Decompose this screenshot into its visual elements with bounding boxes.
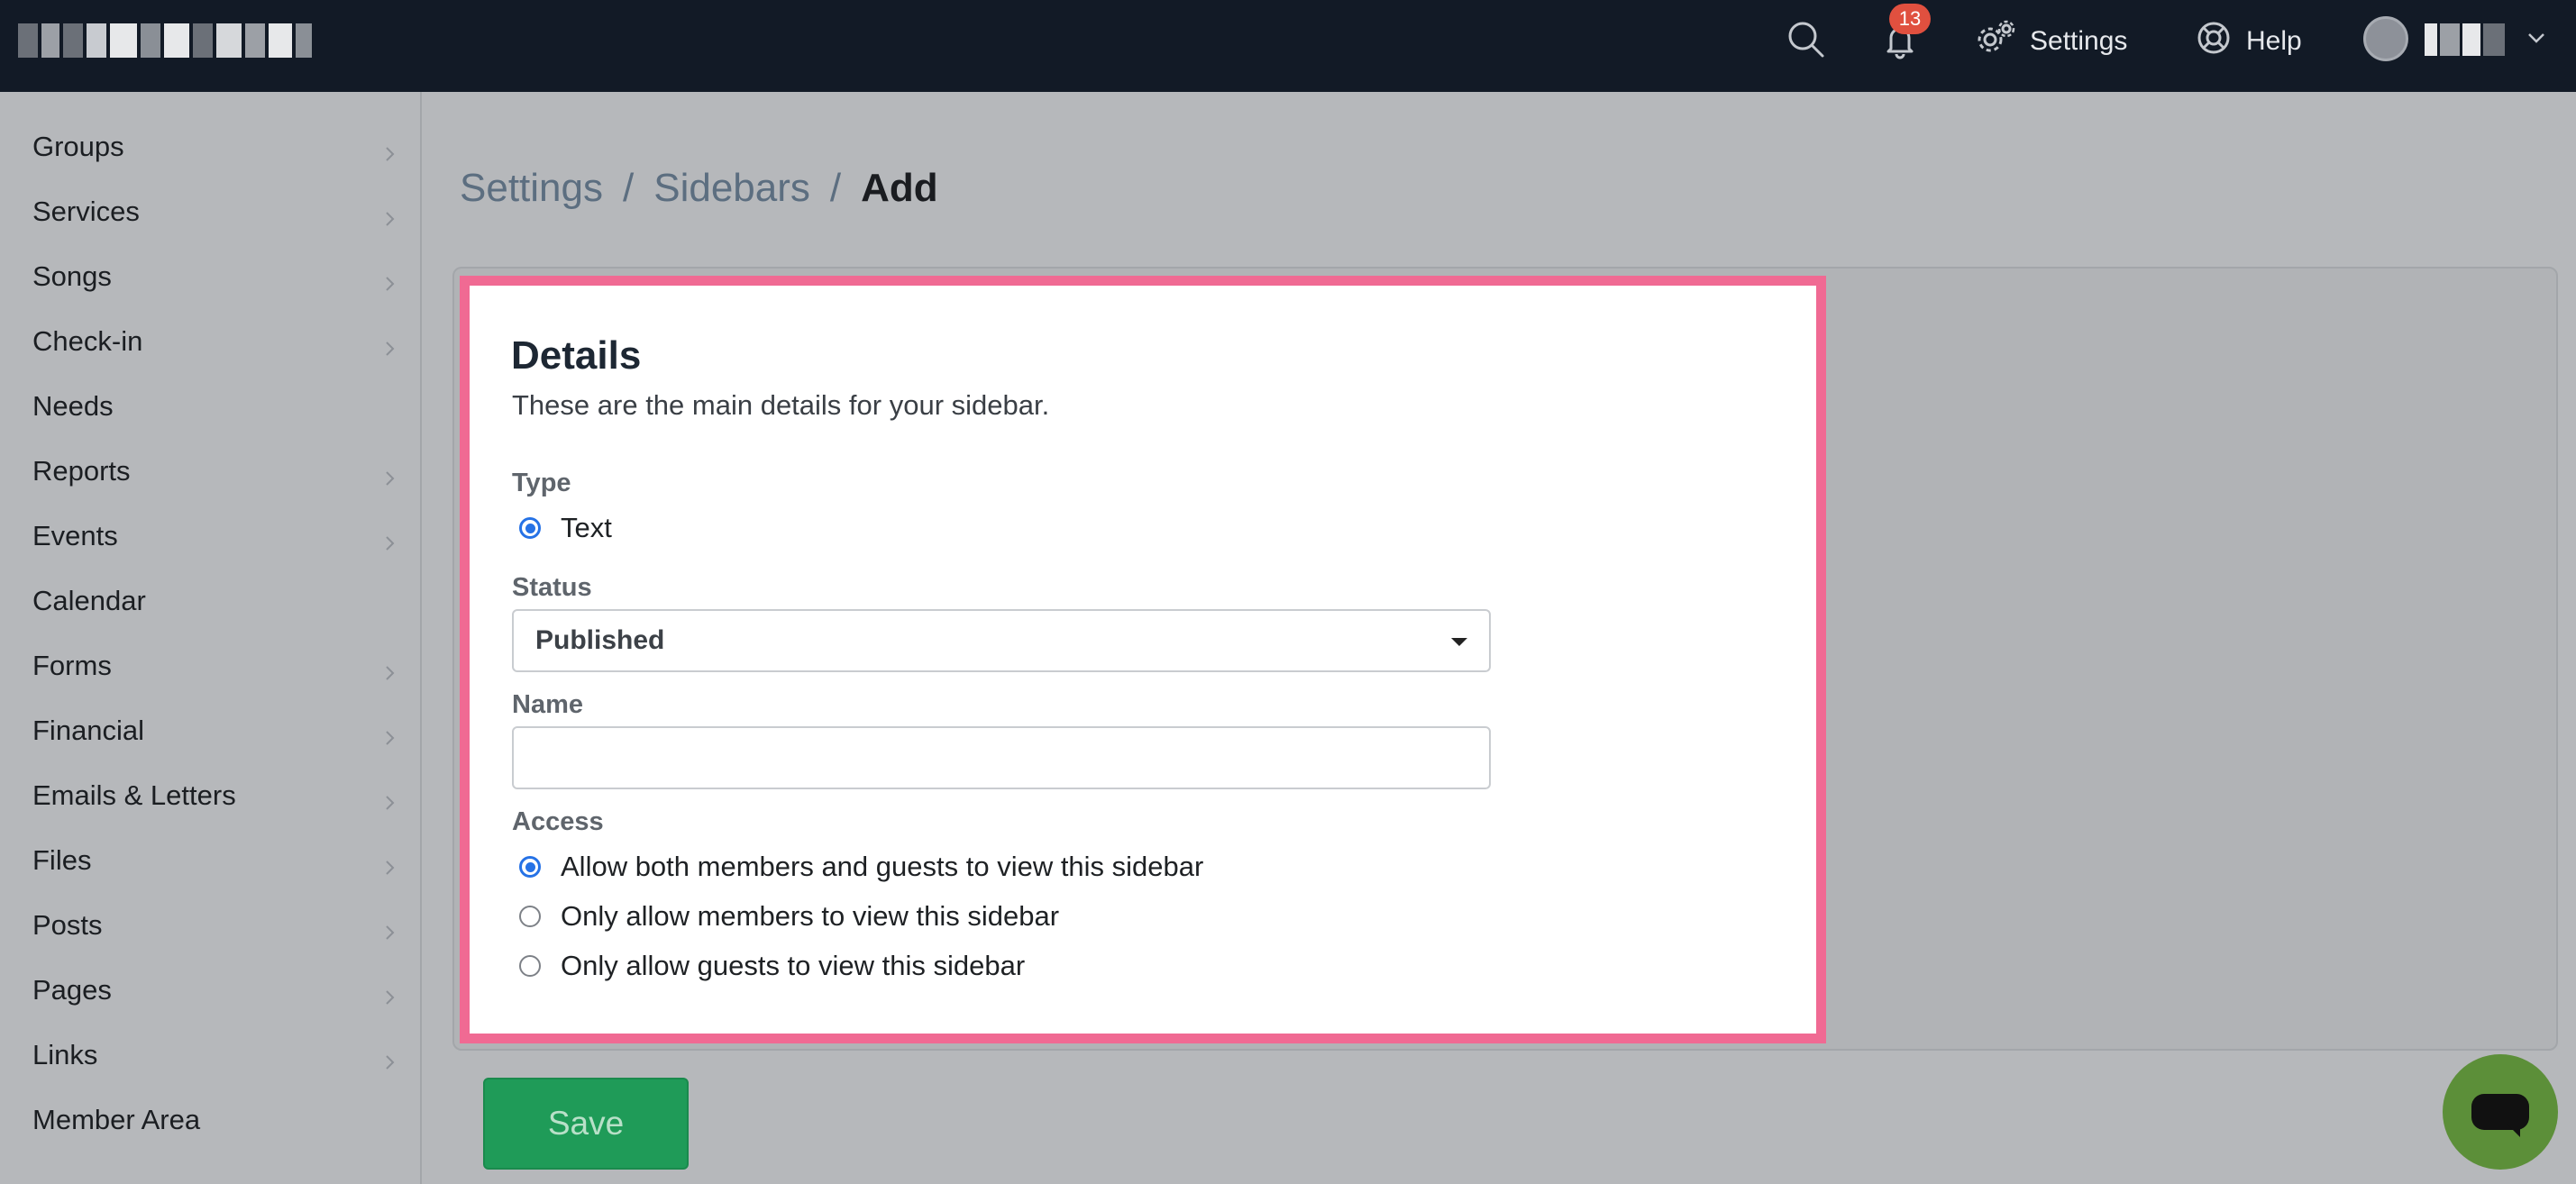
sidebar-item-files[interactable]: Files xyxy=(0,828,420,893)
breadcrumb-separator: / xyxy=(622,166,635,210)
sidebar-item-groups[interactable]: Groups xyxy=(0,114,420,179)
name-label: Name xyxy=(512,690,583,719)
help-label: Help xyxy=(2246,26,2302,56)
user-avatar[interactable] xyxy=(2363,16,2408,61)
type-label: Type xyxy=(512,469,571,497)
details-subtitle: These are the main details for your side… xyxy=(512,389,1050,421)
sidebar-item-label: Needs xyxy=(32,390,114,422)
access-radio-members[interactable]: Only allow members to view this sidebar xyxy=(519,900,1059,933)
sidebar-item-label: Forms xyxy=(32,650,112,681)
sidebar-item-member-area[interactable]: Member Area xyxy=(0,1088,420,1152)
radio-button[interactable] xyxy=(519,906,541,927)
chevron-right-icon xyxy=(380,981,398,1005)
caret-down-icon xyxy=(1451,638,1467,646)
type-radio-text[interactable]: Text xyxy=(519,512,612,544)
sidebar-item-label: Financial xyxy=(32,715,145,746)
radio-button[interactable] xyxy=(519,517,541,539)
sidebar-item-emails-letters[interactable]: Emails & Letters xyxy=(0,763,420,828)
sidebar-item-calendar[interactable]: Calendar xyxy=(0,569,420,633)
status-selected-value: Published xyxy=(535,625,665,655)
app-logo[interactable] xyxy=(18,23,329,58)
sidebar-item-label: Groups xyxy=(32,131,124,162)
search-icon[interactable] xyxy=(1785,18,1828,61)
lifebuoy-icon xyxy=(2194,18,2233,65)
sidebar-item-label: Songs xyxy=(32,260,112,292)
sidebar-item-label: Pages xyxy=(32,974,112,1006)
chat-support-button[interactable] xyxy=(2443,1054,2558,1170)
sidebar-item-label: Services xyxy=(32,196,140,227)
user-name-obscured[interactable] xyxy=(2425,23,2506,56)
sidebar-item-label: Emails & Letters xyxy=(32,779,236,811)
breadcrumb-separator: / xyxy=(829,166,842,210)
radio-button[interactable] xyxy=(519,955,541,977)
chevron-right-icon xyxy=(380,268,398,291)
sidebar-item-songs[interactable]: Songs xyxy=(0,244,420,309)
sidebar-item-events[interactable]: Events xyxy=(0,504,420,569)
chevron-right-icon xyxy=(380,462,398,486)
sidebar-item-label: Member Area xyxy=(32,1104,201,1135)
chevron-right-icon xyxy=(380,916,398,940)
chevron-right-icon xyxy=(380,722,398,745)
sidebar-item-label: Calendar xyxy=(32,585,146,616)
chevron-down-icon[interactable] xyxy=(2524,25,2549,50)
breadcrumb-settings[interactable]: Settings xyxy=(460,166,603,211)
sidebar-item-check-in[interactable]: Check-in xyxy=(0,309,420,374)
sidebar-item-financial[interactable]: Financial xyxy=(0,698,420,763)
sidebar-item-label: Files xyxy=(32,844,92,876)
chevron-right-icon xyxy=(380,332,398,356)
access-radio-both[interactable]: Allow both members and guests to view th… xyxy=(519,851,1203,883)
sidebar-item-reports[interactable]: Reports xyxy=(0,439,420,504)
breadcrumb-current: Add xyxy=(861,166,938,210)
sidebar-item-label: Reports xyxy=(32,455,131,487)
settings-label: Settings xyxy=(2030,26,2128,56)
access-radio-guests[interactable]: Only allow guests to view this sidebar xyxy=(519,950,1025,982)
sidebar-item-pages[interactable]: Pages xyxy=(0,958,420,1023)
chevron-right-icon xyxy=(380,203,398,226)
sidebar-item-label: Check-in xyxy=(32,325,143,357)
sidebar-item-label: Events xyxy=(32,520,118,551)
chat-icon xyxy=(2471,1094,2529,1130)
form-actions-bar xyxy=(452,1051,2558,1184)
save-button[interactable]: Save xyxy=(483,1078,689,1170)
sidebar-item-needs[interactable]: Needs xyxy=(0,374,420,439)
gear-icon xyxy=(1974,16,2017,67)
top-navigation-bar: 13 Settings Help xyxy=(0,0,2576,92)
chevron-right-icon xyxy=(380,527,398,551)
access-option-label: Only allow guests to view this sidebar xyxy=(561,950,1026,981)
chevron-right-icon xyxy=(380,657,398,680)
name-input[interactable] xyxy=(512,726,1491,789)
details-title: Details xyxy=(511,333,642,378)
access-option-label: Allow both members and guests to view th… xyxy=(561,851,1204,882)
sidebar-item-services[interactable]: Services xyxy=(0,179,420,244)
type-option-label: Text xyxy=(561,512,612,543)
help-menu-button[interactable]: Help xyxy=(2194,20,2302,63)
sidebar-item-forms[interactable]: Forms xyxy=(0,633,420,698)
sidebar-item-label: Posts xyxy=(32,909,103,941)
settings-menu-button[interactable]: Settings xyxy=(1974,20,2127,63)
radio-button[interactable] xyxy=(519,856,541,878)
sidebar-item-links[interactable]: Links xyxy=(0,1023,420,1088)
chevron-right-icon xyxy=(380,1046,398,1070)
status-label: Status xyxy=(512,573,592,602)
sidebar-item-label: Links xyxy=(32,1039,98,1070)
chevron-right-icon xyxy=(380,787,398,810)
breadcrumb: Settings / Sidebars / Add xyxy=(460,166,938,211)
notification-count-badge: 13 xyxy=(1889,4,1931,34)
status-select[interactable]: Published xyxy=(512,609,1491,672)
breadcrumb-sidebars[interactable]: Sidebars xyxy=(653,166,810,211)
chevron-right-icon xyxy=(380,852,398,875)
access-label: Access xyxy=(512,807,604,836)
chevron-right-icon xyxy=(380,138,398,161)
access-option-label: Only allow members to view this sidebar xyxy=(561,900,1060,932)
sidebar-item-posts[interactable]: Posts xyxy=(0,893,420,958)
